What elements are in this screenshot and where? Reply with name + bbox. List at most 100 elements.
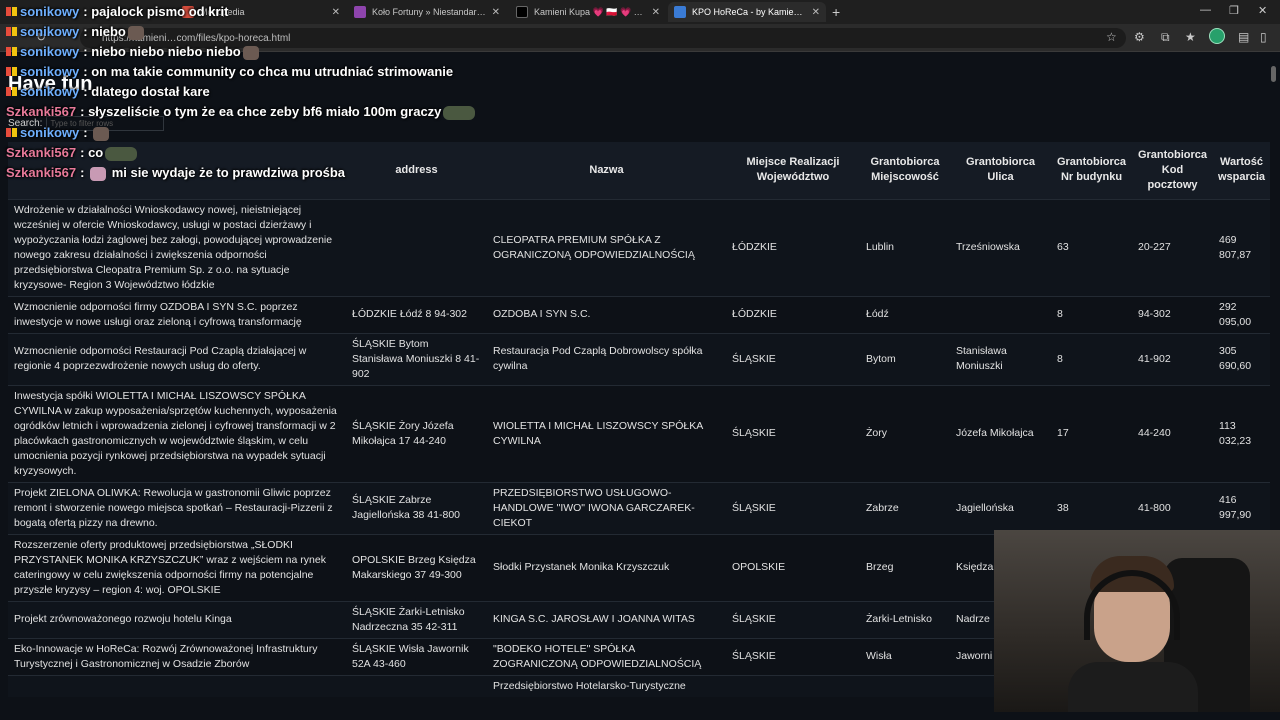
cell-description: Projekt zrównoważonego rozwoju hotelu Ki… xyxy=(8,600,346,638)
column-header[interactable]: Nazwa xyxy=(487,142,726,199)
cell-street: Józefa Mikołajca xyxy=(950,384,1051,482)
extensions-icon[interactable]: ⚙ xyxy=(1134,30,1145,44)
cell-city: Łódź xyxy=(860,295,950,333)
chat-text: pajalock pismo od krit xyxy=(91,4,229,19)
tab-favicon-icon xyxy=(354,6,366,18)
chat-message: Szkanki567: co xyxy=(6,145,139,161)
cell-street xyxy=(950,295,1051,333)
chat-message: sonikowy: niebo xyxy=(6,24,146,40)
maximize-icon[interactable]: ❐ xyxy=(1229,4,1239,17)
cell-postal-code: 20-227 xyxy=(1132,198,1213,296)
column-header[interactable]: Miejsce Realizacji Województwo xyxy=(726,142,860,199)
cell-voivodeship xyxy=(726,674,860,697)
column-header[interactable]: Grantobiorca Ulica xyxy=(950,142,1051,199)
cell-postal-code: 94-302 xyxy=(1132,295,1213,333)
emote-icon xyxy=(90,166,107,181)
column-header[interactable]: Grantobiorca Kod pocztowy xyxy=(1132,142,1213,199)
close-icon[interactable]: ✕ xyxy=(492,7,500,18)
browser-tab-active[interactable]: KPO HoReCa - by KamieniKupa.co ✕ xyxy=(668,2,826,22)
cell-building-number: 8 xyxy=(1051,332,1132,385)
cell-address xyxy=(346,198,487,296)
chat-message: sonikowy: dlatego dostał kare xyxy=(6,84,210,99)
table-row: Wzmocnienie odporności Restauracji Pod C… xyxy=(8,332,1270,385)
split-screen-icon[interactable]: ⧉ xyxy=(1161,30,1170,45)
user-badges-icon xyxy=(6,4,18,19)
cell-voivodeship: ŁÓDZKIE xyxy=(726,295,860,333)
cell-street: Trześniowska xyxy=(950,198,1051,296)
chat-username: sonikowy xyxy=(20,24,80,39)
chat-text: słyszeliście o tym że ea chce zeby bf6 m… xyxy=(88,104,442,119)
cell-address xyxy=(346,674,487,697)
emote-icon xyxy=(127,25,144,40)
cell-name: CLEOPATRA PREMIUM SPÓŁKA Z OGRANICZONĄ O… xyxy=(487,198,726,296)
emote-icon xyxy=(242,45,259,60)
page-scrollbar[interactable] xyxy=(1271,66,1276,82)
cell-postal-code: 44-240 xyxy=(1132,384,1213,482)
minimize-icon[interactable]: — xyxy=(1200,4,1211,16)
cell-name: Restauracja Pod Czaplą Dobrowolscy spółk… xyxy=(487,332,726,385)
cell-address: ŚLĄSKIE Wisła Jawornik 52A 43-460 xyxy=(346,637,487,675)
chat-username: sonikowy xyxy=(20,4,80,19)
cell-address: ŚLĄSKIE Bytom Stanisława Moniuszki 8 41-… xyxy=(346,332,487,385)
cell-voivodeship: OPOLSKIE xyxy=(726,533,860,601)
star-icon[interactable]: ☆ xyxy=(1106,30,1117,44)
webcam-overlay xyxy=(994,530,1280,712)
tab-title: KPO HoReCa - by KamieniKupa.co xyxy=(692,7,806,17)
user-badges-icon xyxy=(6,24,18,39)
cell-name: Przedsiębiorstwo Hotelarsko-Turystyczne xyxy=(487,674,726,697)
user-badges-icon xyxy=(6,125,18,140)
cell-amount: 113 032,23 xyxy=(1213,384,1270,482)
new-tab-icon[interactable]: + xyxy=(832,4,840,20)
favorites-icon[interactable]: ★ xyxy=(1185,30,1196,44)
cell-name: PRZEDSIĘBIORSTWO USŁUGOWO-HANDLOWE "IWO"… xyxy=(487,481,726,534)
tab-title: Kamieni Kupa 💗 🇵🇱 💗 on X: "Po xyxy=(534,6,646,17)
chat-username: Szkanki567 xyxy=(6,145,77,160)
chat-text: niebo xyxy=(91,24,126,39)
chat-username: sonikowy xyxy=(20,64,80,79)
column-header[interactable]: address xyxy=(346,142,487,199)
cell-description: Eko-Innowacje w HoReCa: Rozwój Zrównoważ… xyxy=(8,637,346,675)
chat-username: Szkanki567 xyxy=(6,104,77,119)
window-close-icon[interactable]: ✕ xyxy=(1258,4,1267,17)
profile-avatar[interactable] xyxy=(1209,28,1225,44)
cell-description: Wdrożenie w działalności Wnioskodawcy no… xyxy=(8,198,346,296)
table-row: Wdrożenie w działalności Wnioskodawcy no… xyxy=(8,198,1270,296)
tab-title: Koło Fortuny » Niestandardowy W xyxy=(372,7,486,17)
column-header[interactable]: Grantobiorca Miejscowość xyxy=(860,142,950,199)
column-header[interactable]: Grantobiorca Nr budynku xyxy=(1051,142,1132,199)
collections-icon[interactable]: ▤ xyxy=(1238,30,1249,44)
table-row: Inwestycja spółki WIOLETTA I MICHAŁ LISZ… xyxy=(8,384,1270,482)
cell-amount: 305 690,60 xyxy=(1213,332,1270,385)
cell-description: Wzmocnienie odporności Restauracji Pod C… xyxy=(8,332,346,385)
cell-address: OPOLSKIE Brzeg Księdza Makarskiego 37 49… xyxy=(346,533,487,601)
sidebar-toggle-icon[interactable]: ▯ xyxy=(1260,30,1267,44)
table-row: Projekt ZIELONA OLIWKA: Rewolucja w gast… xyxy=(8,481,1270,534)
cell-city: Żarki-Letnisko xyxy=(860,600,950,638)
chat-username: sonikowy xyxy=(20,84,80,99)
cell-name: WIOLETTA I MICHAŁ LISZOWSCY SPÓŁKA CYWIL… xyxy=(487,384,726,482)
chat-message: sonikowy: niebo niebo niebo niebo xyxy=(6,44,261,60)
browser-tab-3[interactable]: Koło Fortuny » Niestandardowy W ✕ xyxy=(348,2,506,22)
chat-message: Szkanki567: mi sie wydaje że to prawdziw… xyxy=(6,165,346,181)
user-badges-icon xyxy=(6,64,18,79)
cell-voivodeship: ŁÓDZKIE xyxy=(726,198,860,296)
chat-text: dlatego dostał kare xyxy=(91,84,210,99)
close-icon[interactable]: ✕ xyxy=(332,7,340,18)
close-icon[interactable]: ✕ xyxy=(812,7,820,18)
chat-username: Szkanki567 xyxy=(6,165,77,180)
cell-address: ŚLĄSKIE Żory Józefa Mikołajca 17 44-240 xyxy=(346,384,487,482)
cell-amount: 292 095,00 xyxy=(1213,295,1270,333)
cell-amount: 469 807,87 xyxy=(1213,198,1270,296)
browser-tab-4[interactable]: Kamieni Kupa 💗 🇵🇱 💗 on X: "Po ✕ xyxy=(510,2,666,22)
close-icon[interactable]: ✕ xyxy=(652,7,660,18)
cell-city: Brzeg xyxy=(860,533,950,601)
cell-city: Wisła xyxy=(860,637,950,675)
emote-icon xyxy=(93,126,110,141)
cell-address: ŚLĄSKIE Zabrze Jagiellońska 38 41-800 xyxy=(346,481,487,534)
cell-postal-code: 41-800 xyxy=(1132,481,1213,534)
cell-description xyxy=(8,674,346,697)
tank-emote-icon xyxy=(443,105,476,120)
cell-city: Lublin xyxy=(860,198,950,296)
cell-name: "BODEKO HOTELE" SPÓŁKA ZOGRANICZONĄ ODPO… xyxy=(487,637,726,675)
column-header[interactable]: Wartość wsparcia xyxy=(1213,142,1270,199)
